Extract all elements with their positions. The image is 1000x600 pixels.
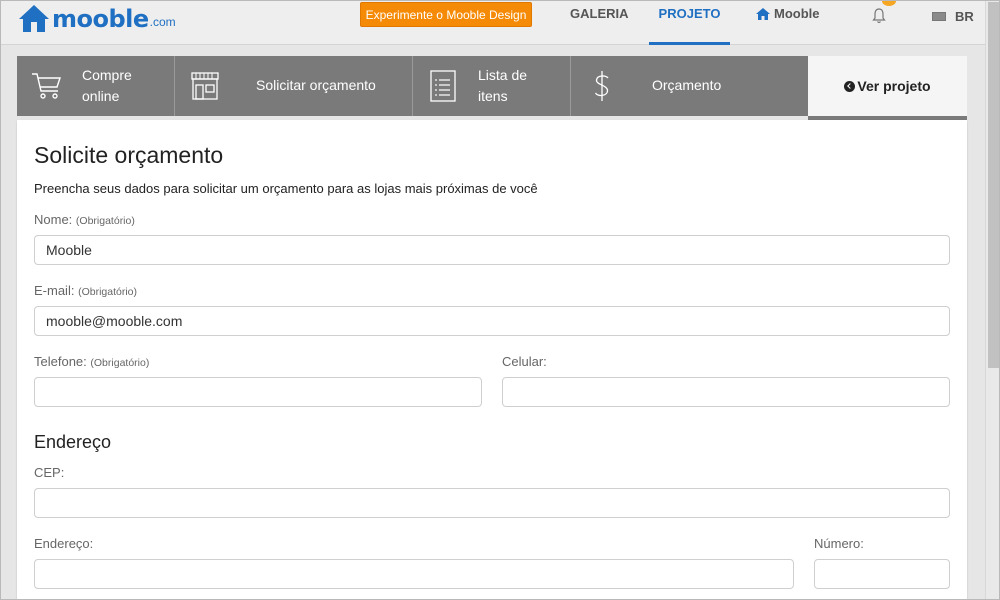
promo-button[interactable]: Experimente o Mooble Design [360,2,532,27]
nome-label: Nome: (Obrigatório) [34,212,135,227]
tab-compre-label: Compre online [82,65,132,107]
endereco-label: Endereço: [34,536,94,551]
form-card: Solicite orçamento Preencha seus dados p… [17,120,967,599]
tab-compre-online[interactable]: Compre online [17,56,175,116]
top-header: mooble .com Experimente o Mooble Design … [1,1,985,45]
logo[interactable]: mooble .com [17,1,176,33]
language-selector[interactable]: BR [955,9,974,24]
nome-field[interactable] [34,235,950,265]
email-field[interactable] [34,306,950,336]
scrollbar[interactable] [985,1,999,599]
email-label: E-mail: (Obrigatório) [34,283,137,298]
list-icon [430,70,456,102]
nav-mooble[interactable]: Mooble [755,1,820,45]
step-tabs: Compre online Solicitar orçamento Lista … [17,56,967,121]
tab-compre-line1: Compre [82,67,132,83]
page-title: Solicite orçamento [34,142,224,168]
scroll-thumb[interactable] [988,2,999,368]
telefone-label-text: Telefone: [34,354,87,369]
browser-window: mooble .com Experimente o Mooble Design … [0,0,1000,600]
tab-lista-de-itens[interactable]: Lista de itens [413,56,571,116]
tab-orcamento[interactable]: Orçamento [571,56,808,116]
logo-suffix: .com [149,15,176,29]
nome-required: (Obrigatório) [75,215,135,227]
telefone-field[interactable] [34,377,482,407]
ver-projeto-label: Ver projeto [857,78,931,94]
endereco-field[interactable] [34,559,794,589]
home-icon [756,8,770,20]
numero-field[interactable] [814,559,950,589]
nome-label-text: Nome: [34,212,73,227]
cart-icon [32,73,61,99]
telefone-label: Telefone: (Obrigatório) [34,354,149,369]
logo-text: mooble [52,5,149,33]
celular-field[interactable] [502,377,950,407]
telefone-required: (Obrigatório) [90,357,150,369]
celular-label: Celular: [502,354,547,369]
cep-field[interactable] [34,488,950,518]
page-subtitle: Preencha seus dados para solicitar um or… [34,181,538,196]
email-required: (Obrigatório) [78,286,138,298]
notification-badge [882,1,896,6]
nav-mooble-label: Mooble [774,6,820,21]
tab-solicitar-label: Solicitar orçamento [256,77,376,93]
tab-compre-line2: online [82,88,120,104]
bell-icon[interactable] [871,7,887,25]
endereco-section-title: Endereço [34,432,112,452]
flag-icon [932,12,946,21]
cep-label: CEP: [34,465,65,480]
tab-lista-label: Lista de itens [478,65,527,107]
store-icon [191,72,219,100]
numero-label: Número: [814,536,864,551]
chevron-left-circle-icon [844,80,856,92]
dollar-icon [594,71,609,101]
ver-projeto-button[interactable]: Ver projeto [808,56,967,116]
nav-projeto[interactable]: PROJETO [649,1,730,45]
nav-galeria[interactable]: GALERIA [570,1,629,45]
tab-lista-line2: itens [478,88,508,104]
tab-lista-line1: Lista de [478,67,528,83]
email-label-text: E-mail: [34,283,75,298]
tab-solicitar-orcamento[interactable]: Solicitar orçamento [175,56,413,116]
tab-orcamento-label: Orçamento [652,77,722,93]
home-icon [19,5,49,32]
